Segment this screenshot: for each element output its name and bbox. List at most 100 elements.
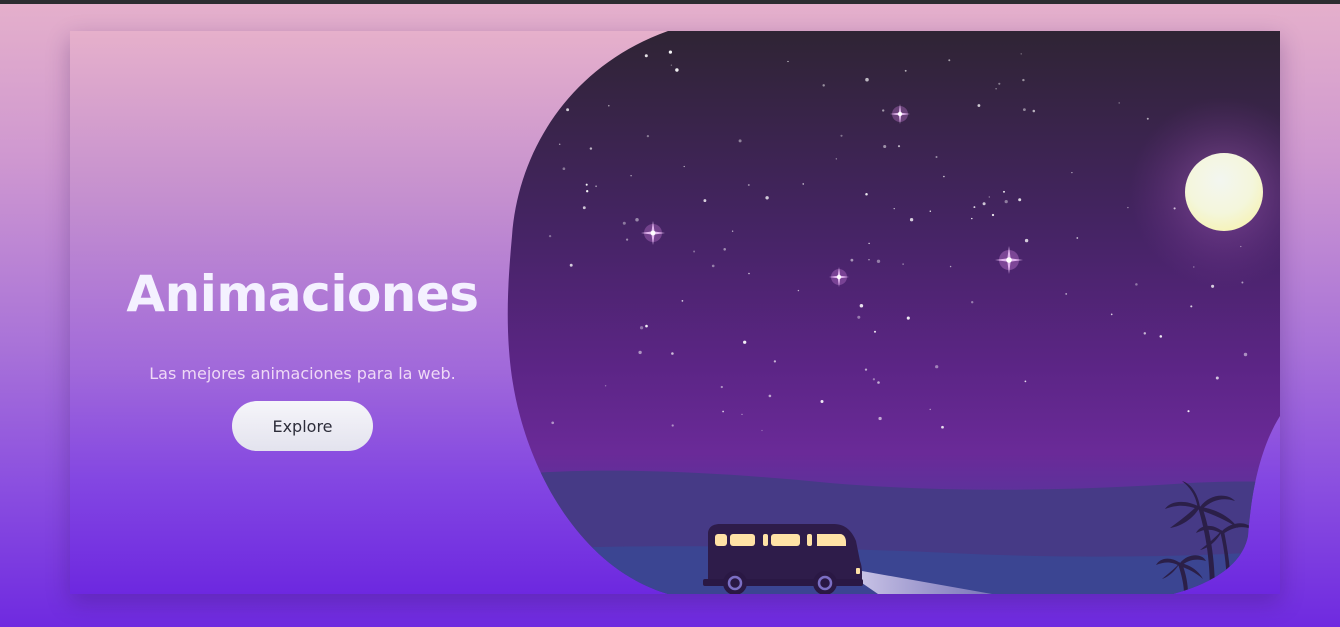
star-icon bbox=[681, 300, 684, 302]
star-icon bbox=[982, 202, 986, 206]
star-icon bbox=[850, 258, 854, 262]
star-icon bbox=[1022, 78, 1025, 82]
star-icon bbox=[991, 213, 995, 217]
star-icon bbox=[897, 145, 901, 148]
star-icon bbox=[639, 326, 644, 330]
star-icon bbox=[906, 316, 910, 320]
star-icon bbox=[868, 242, 870, 245]
scene-clip-group bbox=[507, 31, 1280, 594]
star-icon bbox=[731, 230, 734, 232]
star-icon bbox=[1143, 332, 1147, 335]
star-icon bbox=[873, 330, 877, 333]
star-icon bbox=[585, 183, 588, 186]
star-icon bbox=[589, 147, 593, 150]
star-icon bbox=[822, 84, 825, 87]
star-icon bbox=[1243, 352, 1248, 357]
star-icon bbox=[872, 378, 876, 381]
star-icon bbox=[909, 218, 914, 222]
star-icon bbox=[977, 104, 981, 107]
star-icon bbox=[551, 421, 555, 425]
star-icon bbox=[877, 381, 880, 384]
star-icon bbox=[761, 429, 763, 432]
star-icon bbox=[1127, 206, 1129, 209]
star-icon bbox=[1018, 198, 1022, 202]
star-icon bbox=[645, 324, 648, 328]
star-icon bbox=[1159, 335, 1163, 338]
star-icon bbox=[693, 250, 696, 253]
star-icon bbox=[882, 109, 885, 112]
star-icon bbox=[671, 424, 674, 427]
star-icon bbox=[635, 218, 639, 222]
star-icon bbox=[941, 425, 944, 429]
star-icon bbox=[622, 221, 626, 225]
star-icon bbox=[741, 413, 743, 416]
star-icon bbox=[904, 69, 907, 72]
star-icon bbox=[1190, 305, 1193, 308]
star-icon bbox=[802, 183, 804, 185]
star-icon bbox=[935, 155, 938, 159]
star-icon bbox=[743, 340, 747, 344]
star-icon bbox=[859, 304, 864, 308]
star-icon bbox=[747, 184, 750, 186]
star-icon bbox=[935, 365, 939, 369]
star-icon bbox=[893, 207, 895, 210]
star-icon bbox=[971, 301, 974, 304]
star-icon bbox=[1135, 283, 1138, 286]
star-icon bbox=[1032, 109, 1036, 113]
star-icon bbox=[876, 259, 881, 263]
star-icon bbox=[883, 144, 887, 149]
star-icon bbox=[1076, 237, 1079, 239]
star-icon bbox=[562, 167, 566, 171]
star-icon bbox=[1024, 238, 1029, 243]
star-icon bbox=[1065, 292, 1068, 295]
star-icon bbox=[703, 199, 707, 203]
star-icon bbox=[595, 185, 597, 188]
star-icon bbox=[929, 408, 931, 411]
star-icon bbox=[865, 77, 869, 82]
van-icon bbox=[703, 524, 863, 594]
star-icon bbox=[738, 139, 742, 143]
star-icon bbox=[787, 60, 789, 63]
star-icon bbox=[1110, 313, 1113, 316]
star-icon bbox=[626, 238, 629, 241]
star-icon bbox=[835, 158, 837, 160]
star-icon bbox=[998, 82, 1001, 85]
star-icon bbox=[748, 272, 750, 275]
star-icon bbox=[720, 385, 723, 389]
star-icon bbox=[675, 68, 679, 72]
star-icon bbox=[878, 416, 882, 421]
star-icon bbox=[1071, 171, 1073, 174]
star-icon bbox=[566, 108, 570, 112]
star-icon bbox=[868, 259, 870, 261]
star-icon bbox=[949, 265, 952, 268]
star-icon bbox=[902, 263, 904, 265]
night-scene-illustration bbox=[507, 31, 1280, 594]
star-icon bbox=[1003, 190, 1005, 193]
star-icon bbox=[569, 263, 573, 267]
star-icon bbox=[638, 350, 642, 355]
star-icon bbox=[558, 143, 561, 145]
star-icon bbox=[995, 88, 997, 90]
star-icon bbox=[1187, 410, 1190, 413]
star-icon bbox=[988, 196, 990, 198]
star-icon bbox=[773, 360, 777, 363]
star-icon bbox=[840, 134, 843, 137]
star-icon bbox=[1020, 53, 1022, 55]
star-icon bbox=[630, 174, 632, 177]
star-icon bbox=[768, 394, 772, 398]
star-icon bbox=[864, 368, 868, 371]
star-icon bbox=[670, 64, 673, 66]
star-icon bbox=[668, 50, 673, 54]
star-icon bbox=[929, 210, 932, 212]
hero-card: Animaciones Las mejores animaciones para… bbox=[70, 31, 1280, 594]
star-icon bbox=[857, 315, 861, 319]
star-icon bbox=[973, 206, 976, 209]
star-icon bbox=[548, 234, 552, 238]
star-icon bbox=[671, 352, 674, 355]
star-icon bbox=[586, 190, 589, 193]
star-icon bbox=[711, 264, 715, 268]
star-icon bbox=[971, 217, 973, 220]
browser-top-edge bbox=[0, 0, 1340, 4]
star-icon bbox=[765, 196, 769, 200]
star-icon bbox=[723, 248, 726, 251]
